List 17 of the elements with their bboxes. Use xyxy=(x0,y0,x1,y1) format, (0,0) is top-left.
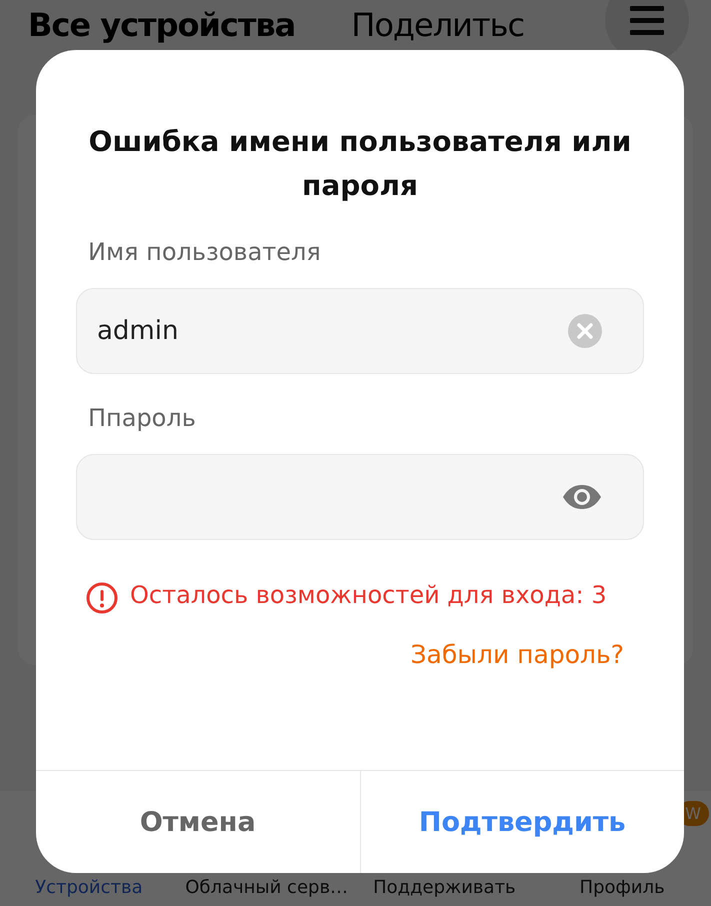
error-message: Осталось возможностей для входа: 3 xyxy=(130,580,608,611)
forgot-password-link[interactable]: Забыли пароль? xyxy=(410,640,624,669)
dialog-title: Ошибка имени пользователя или пароля xyxy=(88,124,632,204)
nav-tab[interactable]: Облачный серв… xyxy=(185,877,348,898)
menu-icon xyxy=(628,4,666,36)
error-icon xyxy=(86,582,118,614)
password-field[interactable] xyxy=(76,454,644,540)
field-label: Ппароль xyxy=(88,404,197,432)
nav-tab[interactable]: Профиль xyxy=(580,877,665,898)
cancel-button[interactable]: Отмена xyxy=(36,771,360,873)
nav-tab[interactable]: Поддерживать xyxy=(373,877,516,898)
share-tab[interactable]: Поделитьс xyxy=(351,6,524,44)
username-field[interactable]: admin xyxy=(76,288,644,374)
nav-tab[interactable]: Устройства xyxy=(35,877,143,898)
field-label: Имя пользователя xyxy=(88,238,322,266)
eye-icon[interactable] xyxy=(562,484,602,510)
page-title: Все устройства xyxy=(28,6,296,44)
